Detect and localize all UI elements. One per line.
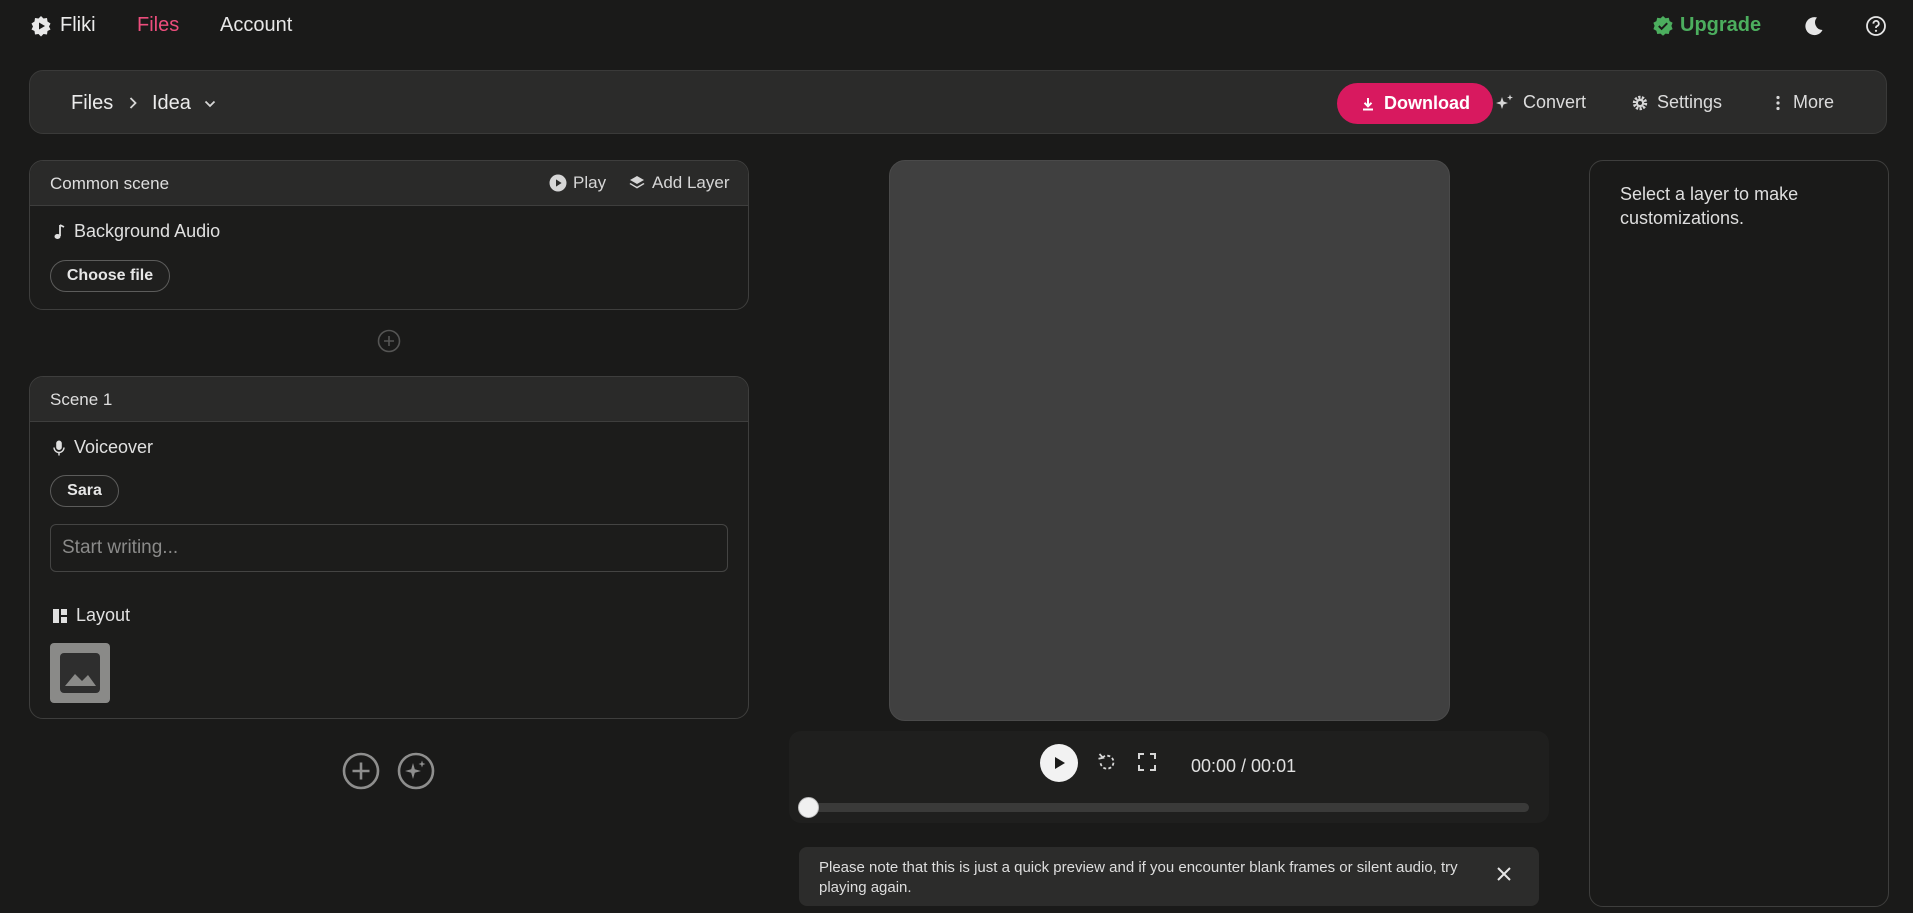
download-label: Download xyxy=(1384,93,1470,113)
magic-circle-icon[interactable] xyxy=(397,752,435,790)
settings-button[interactable]: Settings xyxy=(1631,92,1722,113)
preview-notice: Please note that this is just a quick pr… xyxy=(799,847,1539,906)
layout-thumbnail[interactable] xyxy=(50,643,110,703)
voiceover-label: Voiceover xyxy=(52,437,153,458)
scene-1-title: Scene 1 xyxy=(50,390,113,409)
breadcrumb-current[interactable]: Idea xyxy=(152,92,191,115)
nav-link-account[interactable]: Account xyxy=(220,14,292,37)
notice-text: Please note that this is just a quick pr… xyxy=(819,859,1458,896)
voiceover-text: Voiceover xyxy=(74,437,154,457)
brand-logo[interactable]: Fliki xyxy=(30,14,96,37)
scene-1-header: Scene 1 xyxy=(30,377,748,422)
upgrade-label: Upgrade xyxy=(1680,14,1762,36)
add-layer-button[interactable]: Add Layer xyxy=(628,173,730,193)
customization-hint: Select a layer to make customizations. xyxy=(1620,184,1799,228)
voice-sara-button[interactable]: Sara xyxy=(50,475,119,507)
common-scene-card: Common scene Play Add Layer Background A… xyxy=(29,160,749,310)
settings-label: Settings xyxy=(1657,92,1723,112)
download-button[interactable]: Download xyxy=(1337,83,1493,124)
add-layer-label: Add Layer xyxy=(652,173,730,192)
more-label: More xyxy=(1793,92,1835,112)
layout-text: Layout xyxy=(76,605,131,625)
more-button[interactable]: More xyxy=(1771,92,1834,113)
moon-icon[interactable] xyxy=(1803,15,1825,37)
seek-bar[interactable] xyxy=(808,803,1529,812)
common-scene-title: Common scene xyxy=(50,174,170,193)
common-scene-header: Common scene Play Add Layer xyxy=(30,161,748,206)
more-vertical-icon xyxy=(1771,94,1785,112)
help-icon[interactable] xyxy=(1865,15,1887,37)
top-nav: Fliki Files Account Upgrade xyxy=(0,0,1913,54)
layout-label: Layout xyxy=(52,605,130,626)
replay-icon[interactable] xyxy=(1096,751,1118,773)
brand-name: Fliki xyxy=(60,14,96,36)
file-toolbar: Files Idea Download Convert Settings Mor… xyxy=(29,70,1887,134)
convert-button[interactable]: Convert xyxy=(1495,92,1586,113)
sparkle-icon xyxy=(1495,93,1515,113)
download-icon xyxy=(1360,96,1376,112)
script-input[interactable] xyxy=(51,525,727,571)
add-circle-icon[interactable] xyxy=(377,329,401,353)
nav-link-files[interactable]: Files xyxy=(137,14,179,37)
verified-badge-icon xyxy=(1652,15,1674,37)
fliki-logo-icon xyxy=(30,15,52,37)
breadcrumb-files[interactable]: Files xyxy=(71,92,113,115)
play-scene-button[interactable]: Play xyxy=(549,173,606,193)
gear-icon xyxy=(1631,94,1649,112)
chevron-right-icon xyxy=(126,96,140,110)
music-note-icon xyxy=(52,223,66,241)
play-icon xyxy=(1051,755,1067,771)
mic-icon xyxy=(52,439,66,457)
play-button[interactable] xyxy=(1040,744,1078,782)
customization-panel: Select a layer to make customizations. xyxy=(1589,160,1889,907)
play-label: Play xyxy=(573,173,607,192)
video-preview[interactable] xyxy=(889,160,1450,721)
seek-handle[interactable] xyxy=(797,797,819,818)
background-audio-text: Background Audio xyxy=(74,221,221,241)
timecode: 00:00 / 00:01 xyxy=(1191,756,1297,776)
play-circle-icon xyxy=(549,174,567,192)
fullscreen-icon[interactable] xyxy=(1136,751,1158,773)
layers-icon xyxy=(628,174,646,192)
scene-1-card: Scene 1 Voiceover Sara Layout xyxy=(29,376,749,719)
upgrade-link[interactable]: Upgrade xyxy=(1652,14,1761,37)
close-icon[interactable] xyxy=(1495,865,1513,883)
script-input-wrapper xyxy=(50,524,728,572)
convert-label: Convert xyxy=(1523,92,1587,112)
chevron-down-icon[interactable] xyxy=(203,97,217,111)
layout-icon xyxy=(52,608,68,624)
choose-file-button[interactable]: Choose file xyxy=(50,260,170,292)
image-icon xyxy=(58,651,102,695)
add-scene-icon[interactable] xyxy=(342,752,380,790)
background-audio-label: Background Audio xyxy=(52,221,220,242)
